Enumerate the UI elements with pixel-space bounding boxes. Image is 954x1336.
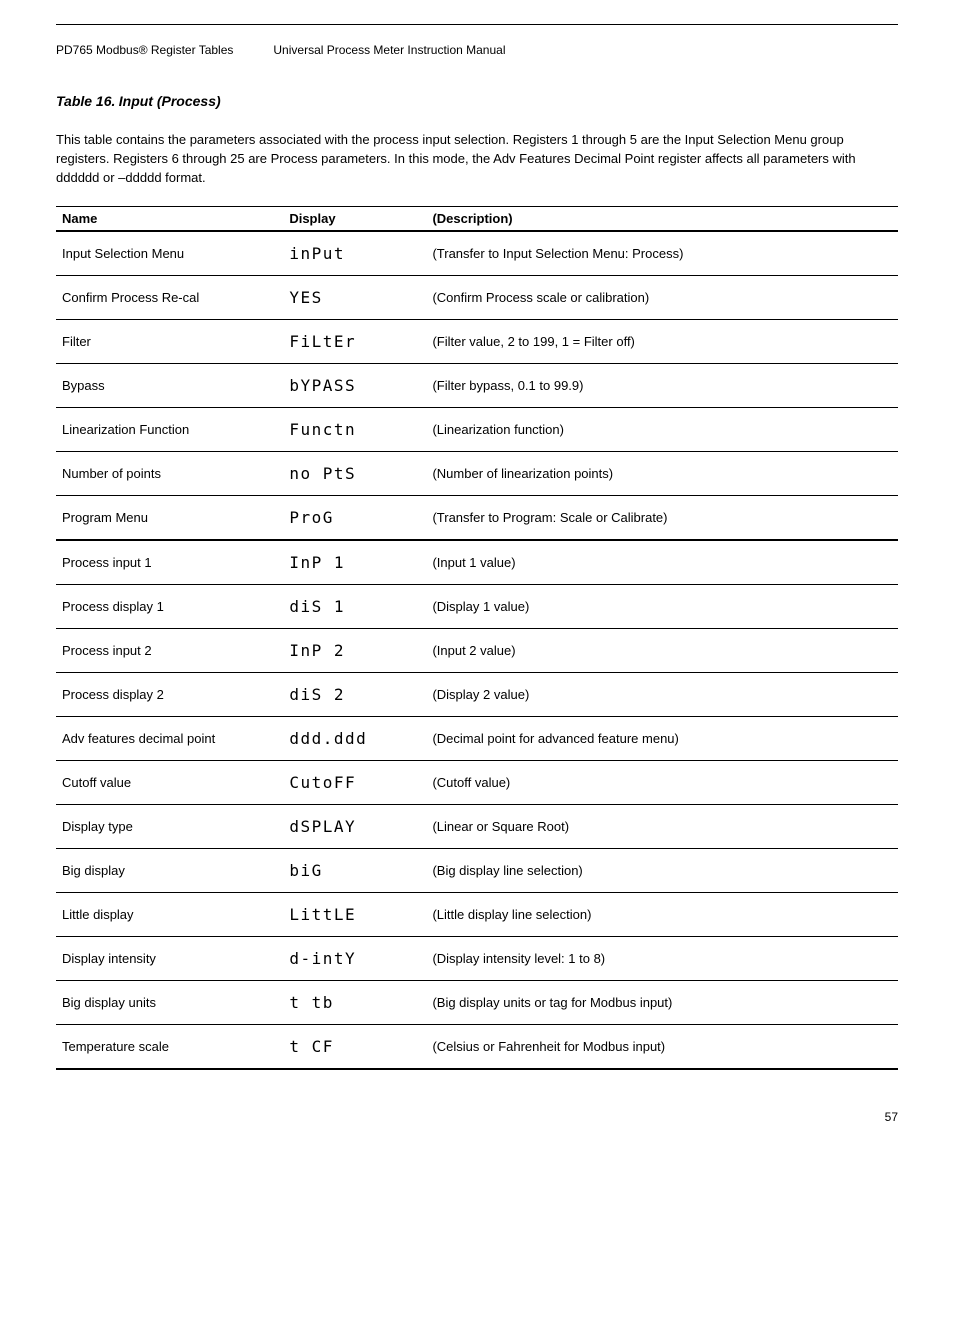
intro-paragraph: This table contains the parameters assoc… xyxy=(56,131,898,188)
table-row: Number of pointsno PtS(Number of lineari… xyxy=(56,451,898,495)
cell-display: d-intY xyxy=(283,936,426,980)
cell-name: Temperature scale xyxy=(56,1024,283,1069)
cell-name: Big display xyxy=(56,848,283,892)
cell-display: diS 2 xyxy=(283,672,426,716)
register-table: Name Display (Description) Input Selecti… xyxy=(56,206,898,1070)
cell-name: Little display xyxy=(56,892,283,936)
cell-display: FiLtEr xyxy=(283,319,426,363)
cell-display: InP 1 xyxy=(283,540,426,585)
page-number: 57 xyxy=(885,1110,898,1124)
table-row: BypassbYPASS(Filter bypass, 0.1 to 99.9) xyxy=(56,363,898,407)
cell-display: t CF xyxy=(283,1024,426,1069)
cell-name: Input Selection Menu xyxy=(56,231,283,276)
header-divider xyxy=(56,24,898,25)
cell-display: ProG xyxy=(283,495,426,540)
table-row: Process input 2InP 2(Input 2 value) xyxy=(56,628,898,672)
table-row: Input Selection MenuinPut(Transfer to In… xyxy=(56,231,898,276)
table-row: Cutoff valueCutoFF(Cutoff value) xyxy=(56,760,898,804)
cell-description: (Big display line selection) xyxy=(426,848,898,892)
table-row: Process display 2diS 2(Display 2 value) xyxy=(56,672,898,716)
table-header: Name Display (Description) xyxy=(56,206,898,231)
cell-display: dSPLAY xyxy=(283,804,426,848)
cell-display: inPut xyxy=(283,231,426,276)
section-heading: Table 16. Input (Process) xyxy=(56,93,898,109)
doc-subtitle: Universal Process Meter Instruction Manu… xyxy=(273,43,505,57)
cell-display: YES xyxy=(283,275,426,319)
cell-description: (Linear or Square Root) xyxy=(426,804,898,848)
table-row: Process input 1InP 1(Input 1 value) xyxy=(56,540,898,585)
cell-display: diS 1 xyxy=(283,584,426,628)
table-row: Linearization FunctionFunctn(Linearizati… xyxy=(56,407,898,451)
cell-description: (Cutoff value) xyxy=(426,760,898,804)
cell-name: Process input 2 xyxy=(56,628,283,672)
table-row: Confirm Process Re-calYES(Confirm Proces… xyxy=(56,275,898,319)
cell-name: Confirm Process Re-cal xyxy=(56,275,283,319)
cell-name: Big display units xyxy=(56,980,283,1024)
cell-name: Number of points xyxy=(56,451,283,495)
table-row: Big displaybiG(Big display line selectio… xyxy=(56,848,898,892)
cell-display: biG xyxy=(283,848,426,892)
cell-display: Functn xyxy=(283,407,426,451)
cell-name: Filter xyxy=(56,319,283,363)
cell-description: (Celsius or Fahrenheit for Modbus input) xyxy=(426,1024,898,1069)
cell-description: (Big display units or tag for Modbus inp… xyxy=(426,980,898,1024)
cell-description: (Input 2 value) xyxy=(426,628,898,672)
cell-name: Bypass xyxy=(56,363,283,407)
table-row: FilterFiLtEr(Filter value, 2 to 199, 1 =… xyxy=(56,319,898,363)
section-title: Input (Process) xyxy=(119,93,221,109)
cell-description: (Little display line selection) xyxy=(426,892,898,936)
cell-description: (Display intensity level: 1 to 8) xyxy=(426,936,898,980)
section-number: Table 16. xyxy=(56,93,115,109)
cell-description: (Display 2 value) xyxy=(426,672,898,716)
cell-description: (Decimal point for advanced feature menu… xyxy=(426,716,898,760)
cell-description: (Transfer to Input Selection Menu: Proce… xyxy=(426,231,898,276)
table-row: Temperature scalet CF(Celsius or Fahrenh… xyxy=(56,1024,898,1069)
cell-description: (Filter bypass, 0.1 to 99.9) xyxy=(426,363,898,407)
cell-description: (Input 1 value) xyxy=(426,540,898,585)
page-header: PD765 Modbus® Register Tables Universal … xyxy=(56,43,898,57)
cell-name: Process display 2 xyxy=(56,672,283,716)
cell-display: InP 2 xyxy=(283,628,426,672)
table-row: Big display unitst tb(Big display units … xyxy=(56,980,898,1024)
cell-description: (Linearization function) xyxy=(426,407,898,451)
cell-name: Linearization Function xyxy=(56,407,283,451)
table-row: Display intensityd-intY(Display intensit… xyxy=(56,936,898,980)
cell-name: Display intensity xyxy=(56,936,283,980)
cell-display: ddd.ddd xyxy=(283,716,426,760)
cell-description: (Confirm Process scale or calibration) xyxy=(426,275,898,319)
cell-description: (Filter value, 2 to 199, 1 = Filter off) xyxy=(426,319,898,363)
cell-name: Cutoff value xyxy=(56,760,283,804)
table-row: Adv features decimal pointddd.ddd(Decima… xyxy=(56,716,898,760)
cell-name: Process input 1 xyxy=(56,540,283,585)
table-body: Input Selection MenuinPut(Transfer to In… xyxy=(56,231,898,1069)
col-name: Name xyxy=(56,206,283,231)
cell-display: LittLE xyxy=(283,892,426,936)
cell-description: (Number of linearization points) xyxy=(426,451,898,495)
cell-display: bYPASS xyxy=(283,363,426,407)
col-description: (Description) xyxy=(426,206,898,231)
cell-display: CutoFF xyxy=(283,760,426,804)
cell-name: Display type xyxy=(56,804,283,848)
table-row: Display typedSPLAY(Linear or Square Root… xyxy=(56,804,898,848)
page-footer: 57 xyxy=(56,1110,898,1124)
cell-name: Adv features decimal point xyxy=(56,716,283,760)
cell-description: (Display 1 value) xyxy=(426,584,898,628)
col-display: Display xyxy=(283,206,426,231)
cell-description: (Transfer to Program: Scale or Calibrate… xyxy=(426,495,898,540)
cell-display: no PtS xyxy=(283,451,426,495)
table-row: Program MenuProG(Transfer to Program: Sc… xyxy=(56,495,898,540)
doc-title: PD765 Modbus® Register Tables xyxy=(56,43,233,57)
table-row: Process display 1diS 1(Display 1 value) xyxy=(56,584,898,628)
table-row: Little displayLittLE(Little display line… xyxy=(56,892,898,936)
cell-display: t tb xyxy=(283,980,426,1024)
cell-name: Program Menu xyxy=(56,495,283,540)
cell-name: Process display 1 xyxy=(56,584,283,628)
